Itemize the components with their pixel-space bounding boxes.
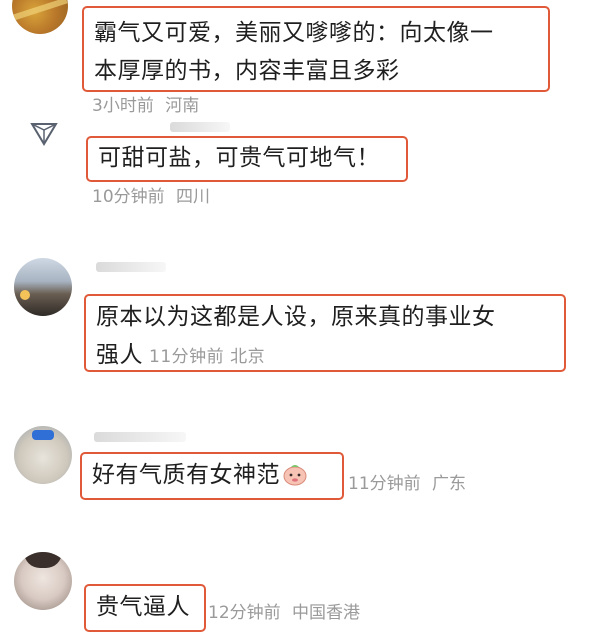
avatar[interactable] [14,552,72,610]
comment-meta: 3小时前 河南 [92,91,199,116]
comment-text: 霸气又可爱，美丽又嗲嗲的：向太像一 本厚厚的书，内容丰富且多彩 [94,14,538,90]
comment-location: 北京 [230,347,266,367]
comment-time: 10分钟前 [92,187,165,207]
comment-location: 四川 [176,187,211,207]
avatar[interactable] [12,0,68,34]
comment-highlight-box: 霸气又可爱，美丽又嗲嗲的：向太像一 本厚厚的书，内容丰富且多彩 [82,6,550,92]
comment-text-line: 强人 [96,342,143,368]
comment-text-line: 原本以为这都是人设，原来真的事业女 [96,304,496,330]
comment-time: 12分钟前 [208,603,281,623]
comment-text: 好有气质有女神范 [92,456,332,494]
comment-text: 原本以为这都是人设，原来真的事业女 强人 11分钟前 北京 [96,298,554,376]
comment-meta: 10分钟前 四川 [92,182,210,207]
comment-location: 广东 [432,474,467,494]
username-placeholder [94,432,186,442]
avatar[interactable] [14,258,72,316]
username-placeholder [170,122,230,132]
comment-highlight-box: 贵气逼人 [84,584,206,632]
comment-time: 3小时前 [92,96,154,116]
comment-list: 霸气又可爱，美丽又嗲嗲的：向太像一 本厚厚的书，内容丰富且多彩 3小时前 河南 … [0,0,601,640]
username-placeholder [96,262,166,272]
avatar[interactable] [14,426,72,484]
comment-highlight-box: 可甜可盐，可贵气可地气！ [86,136,408,182]
comment-meta: 11分钟前 广东 [348,469,466,494]
comment-location: 河南 [165,96,200,116]
comment-text-body: 好有气质有女神范 [92,462,280,488]
comment-location: 中国香港 [292,603,361,623]
comment-time: 11分钟前 [149,347,225,367]
comment-meta: 12分钟前 中国香港 [208,598,360,623]
comment-highlight-box: 原本以为这都是人设，原来真的事业女 强人 11分钟前 北京 [84,294,566,372]
comment-text-line: 霸气又可爱，美丽又嗲嗲的：向太像一 [94,20,494,46]
comment-text: 贵气逼人 [96,594,190,620]
diamond-icon[interactable] [24,118,64,152]
comment-highlight-box: 好有气质有女神范 [80,452,344,500]
comment-time: 11分钟前 [348,474,421,494]
comment-text-line: 本厚厚的书，内容丰富且多彩 [94,58,400,84]
comment-text: 可甜可盐，可贵气可地气！ [98,145,380,171]
peach-blush-emoji-icon [283,465,307,486]
